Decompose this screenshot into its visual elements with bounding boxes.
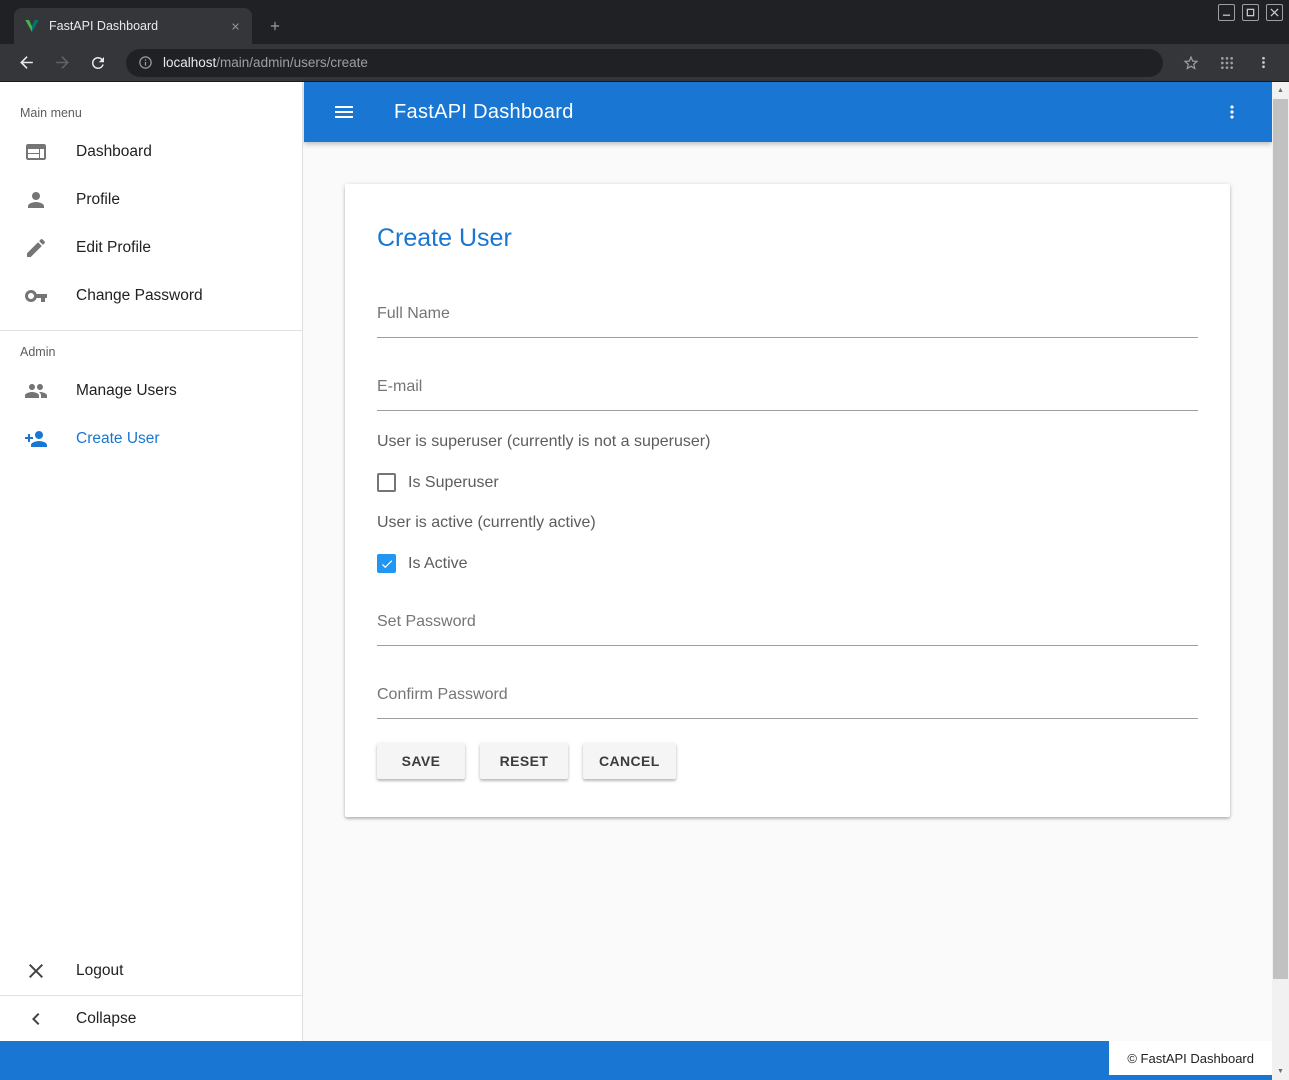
- group-icon: [24, 379, 48, 403]
- main-content: Create User Full Name E-mail User is sup…: [304, 142, 1272, 1041]
- create-user-card: Create User Full Name E-mail User is sup…: [345, 184, 1230, 817]
- sidebar-item-label: Manage Users: [76, 382, 177, 400]
- browser-tab[interactable]: FastAPI Dashboard: [14, 8, 252, 44]
- minimize-button[interactable]: [1218, 4, 1235, 21]
- star-icon: [1182, 54, 1200, 72]
- sidebar-item-label: Create User: [76, 430, 160, 448]
- browser-menu-button[interactable]: [1249, 49, 1277, 77]
- footer: © FastAPI Dashboard: [0, 1041, 1272, 1080]
- appbar-menu-button[interactable]: [1214, 94, 1250, 130]
- hamburger-icon: [332, 100, 356, 124]
- cancel-button[interactable]: CANCEL: [583, 743, 676, 779]
- tab-close-icon[interactable]: [226, 17, 244, 35]
- kebab-menu-icon: [1255, 54, 1272, 71]
- field-label: E-mail: [377, 378, 1198, 396]
- sidebar-item-manage-users[interactable]: Manage Users: [0, 367, 302, 415]
- sidebar-section-main-menu: Main menu: [0, 82, 302, 128]
- is-superuser-checkbox[interactable]: Is Superuser: [377, 473, 1198, 492]
- checkbox-label: Is Active: [408, 555, 468, 573]
- sidebar-item-label: Collapse: [76, 1010, 136, 1028]
- field-label: Set Password: [377, 613, 1198, 631]
- browser-toolbar: localhost/main/admin/users/create: [0, 44, 1289, 82]
- browser-tab-strip: FastAPI Dashboard: [0, 0, 1289, 44]
- app-bar: FastAPI Dashboard: [304, 82, 1272, 142]
- close-x-icon: [24, 959, 48, 983]
- checkbox-checked-icon: [377, 554, 396, 573]
- reload-button[interactable]: [84, 49, 112, 77]
- scroll-down-arrow[interactable]: ▼: [1272, 1063, 1289, 1080]
- close-button[interactable]: [1266, 4, 1283, 21]
- person-add-icon: [24, 427, 48, 451]
- sidebar-item-change-password[interactable]: Change Password: [0, 272, 302, 320]
- scroll-up-arrow[interactable]: ▲: [1272, 82, 1289, 99]
- key-icon: [24, 284, 48, 308]
- maximize-icon: [1246, 8, 1255, 17]
- confirm-password-field[interactable]: Confirm Password: [377, 686, 1198, 719]
- field-label: Confirm Password: [377, 686, 1198, 704]
- apps-grid-icon: [1219, 55, 1235, 71]
- browser-window: FastAPI Dashboard: [0, 0, 1289, 1080]
- forward-arrow-icon: [53, 53, 72, 72]
- sidebar-item-create-user[interactable]: Create User: [0, 415, 302, 463]
- superuser-hint: User is superuser (currently is not a su…: [377, 433, 1198, 451]
- kebab-menu-icon: [1222, 102, 1242, 122]
- sidebar-item-profile[interactable]: Profile: [0, 176, 302, 224]
- dashboard-icon: [24, 140, 48, 164]
- page-title: Create User: [377, 224, 1198, 253]
- chevron-left-icon: [24, 1007, 48, 1031]
- url-path: /main/admin/users/create: [216, 55, 368, 70]
- set-password-field[interactable]: Set Password: [377, 613, 1198, 646]
- sidebar-section-admin: Admin: [0, 331, 302, 367]
- sidebar-item-logout[interactable]: Logout: [0, 947, 302, 995]
- back-arrow-icon: [17, 53, 36, 72]
- active-hint: User is active (currently active): [377, 514, 1198, 532]
- sidebar-item-label: Profile: [76, 191, 120, 209]
- address-bar[interactable]: localhost/main/admin/users/create: [126, 49, 1163, 77]
- full-name-field[interactable]: Full Name: [377, 305, 1198, 338]
- new-tab-button[interactable]: [262, 13, 288, 39]
- scrollbar-thumb[interactable]: [1273, 99, 1288, 979]
- sidebar-collapse-button[interactable]: Collapse: [0, 995, 302, 1041]
- sidebar-item-label: Dashboard: [76, 143, 152, 161]
- sidebar-item-edit-profile[interactable]: Edit Profile: [0, 224, 302, 272]
- checkbox-unchecked-icon: [377, 473, 396, 492]
- close-icon: [1270, 8, 1279, 17]
- sidebar: Main menu Dashboard Profile Edit Profile: [0, 82, 303, 1041]
- sidebar-item-label: Change Password: [76, 287, 203, 305]
- person-icon: [24, 188, 48, 212]
- form-actions: SAVE RESET CANCEL: [377, 743, 1198, 779]
- url-host: localhost: [163, 55, 216, 70]
- field-label: Full Name: [377, 305, 1198, 323]
- plus-icon: [268, 19, 282, 33]
- back-button[interactable]: [12, 49, 40, 77]
- bookmark-button[interactable]: [1177, 49, 1205, 77]
- sidebar-item-dashboard[interactable]: Dashboard: [0, 128, 302, 176]
- hamburger-menu-button[interactable]: [326, 94, 362, 130]
- is-active-checkbox[interactable]: Is Active: [377, 554, 1198, 573]
- scrollbar[interactable]: ▲ ▼: [1272, 82, 1289, 1080]
- window-controls: [1218, 4, 1283, 21]
- checkbox-label: Is Superuser: [408, 474, 499, 492]
- page-info-icon[interactable]: [138, 55, 153, 70]
- pencil-icon: [24, 236, 48, 260]
- vuetify-logo-icon: [24, 18, 40, 34]
- sidebar-item-label: Edit Profile: [76, 239, 151, 257]
- appbar-title: FastAPI Dashboard: [394, 101, 574, 124]
- page: Main menu Dashboard Profile Edit Profile: [0, 82, 1289, 1080]
- tab-title: FastAPI Dashboard: [49, 19, 226, 33]
- forward-button[interactable]: [48, 49, 76, 77]
- sidebar-item-label: Logout: [76, 962, 123, 980]
- email-field[interactable]: E-mail: [377, 378, 1198, 411]
- minimize-icon: [1222, 8, 1231, 17]
- maximize-button[interactable]: [1242, 4, 1259, 21]
- save-button[interactable]: SAVE: [377, 743, 465, 779]
- reset-button[interactable]: RESET: [480, 743, 568, 779]
- footer-copyright: © FastAPI Dashboard: [1109, 1041, 1272, 1075]
- sidebar-spacer: [0, 463, 302, 947]
- apps-button[interactable]: [1213, 49, 1241, 77]
- reload-icon: [89, 54, 107, 72]
